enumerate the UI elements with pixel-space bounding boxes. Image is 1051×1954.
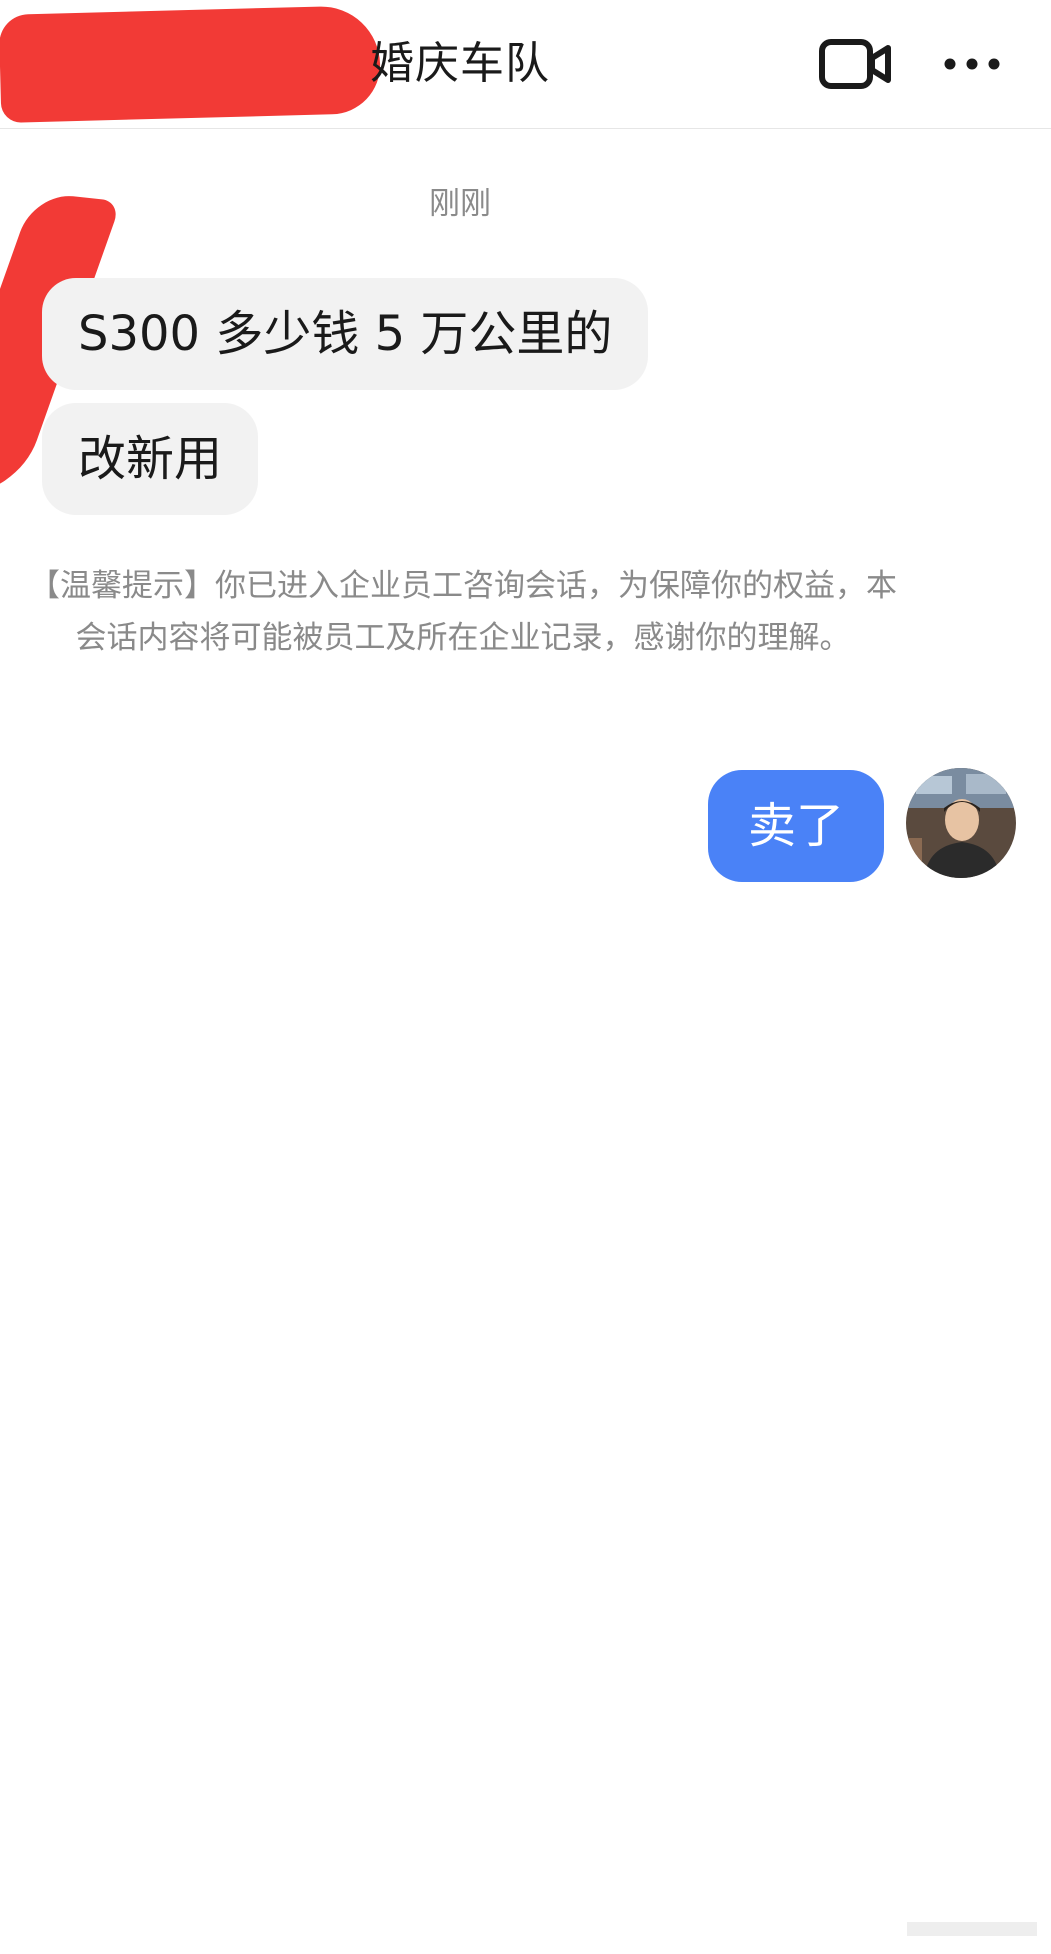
more-options-button[interactable] — [940, 42, 1004, 86]
redaction-mark — [0, 5, 382, 123]
system-notice: 【温馨提示】你已进入企业员工咨询会话，为保障你的权益，本会话内容将可能被员工及所… — [29, 568, 897, 656]
avatar[interactable] — [906, 768, 1016, 878]
chat-title: 婚庆车队 — [370, 38, 550, 89]
incoming-message-bubble[interactable]: S300 多少钱 5 万公里的 — [42, 278, 649, 390]
video-camera-icon — [819, 39, 891, 89]
chat-header: 婚庆车队 — [0, 0, 1051, 129]
video-call-button[interactable] — [818, 36, 892, 92]
outgoing-message-bubble[interactable]: 卖了 — [708, 770, 884, 882]
more-dots-icon — [944, 58, 1000, 70]
message-timestamp: 刚刚 — [429, 186, 491, 222]
incoming-message-bubble[interactable]: 改新用 — [42, 403, 259, 515]
watermark — [907, 1914, 1037, 1944]
